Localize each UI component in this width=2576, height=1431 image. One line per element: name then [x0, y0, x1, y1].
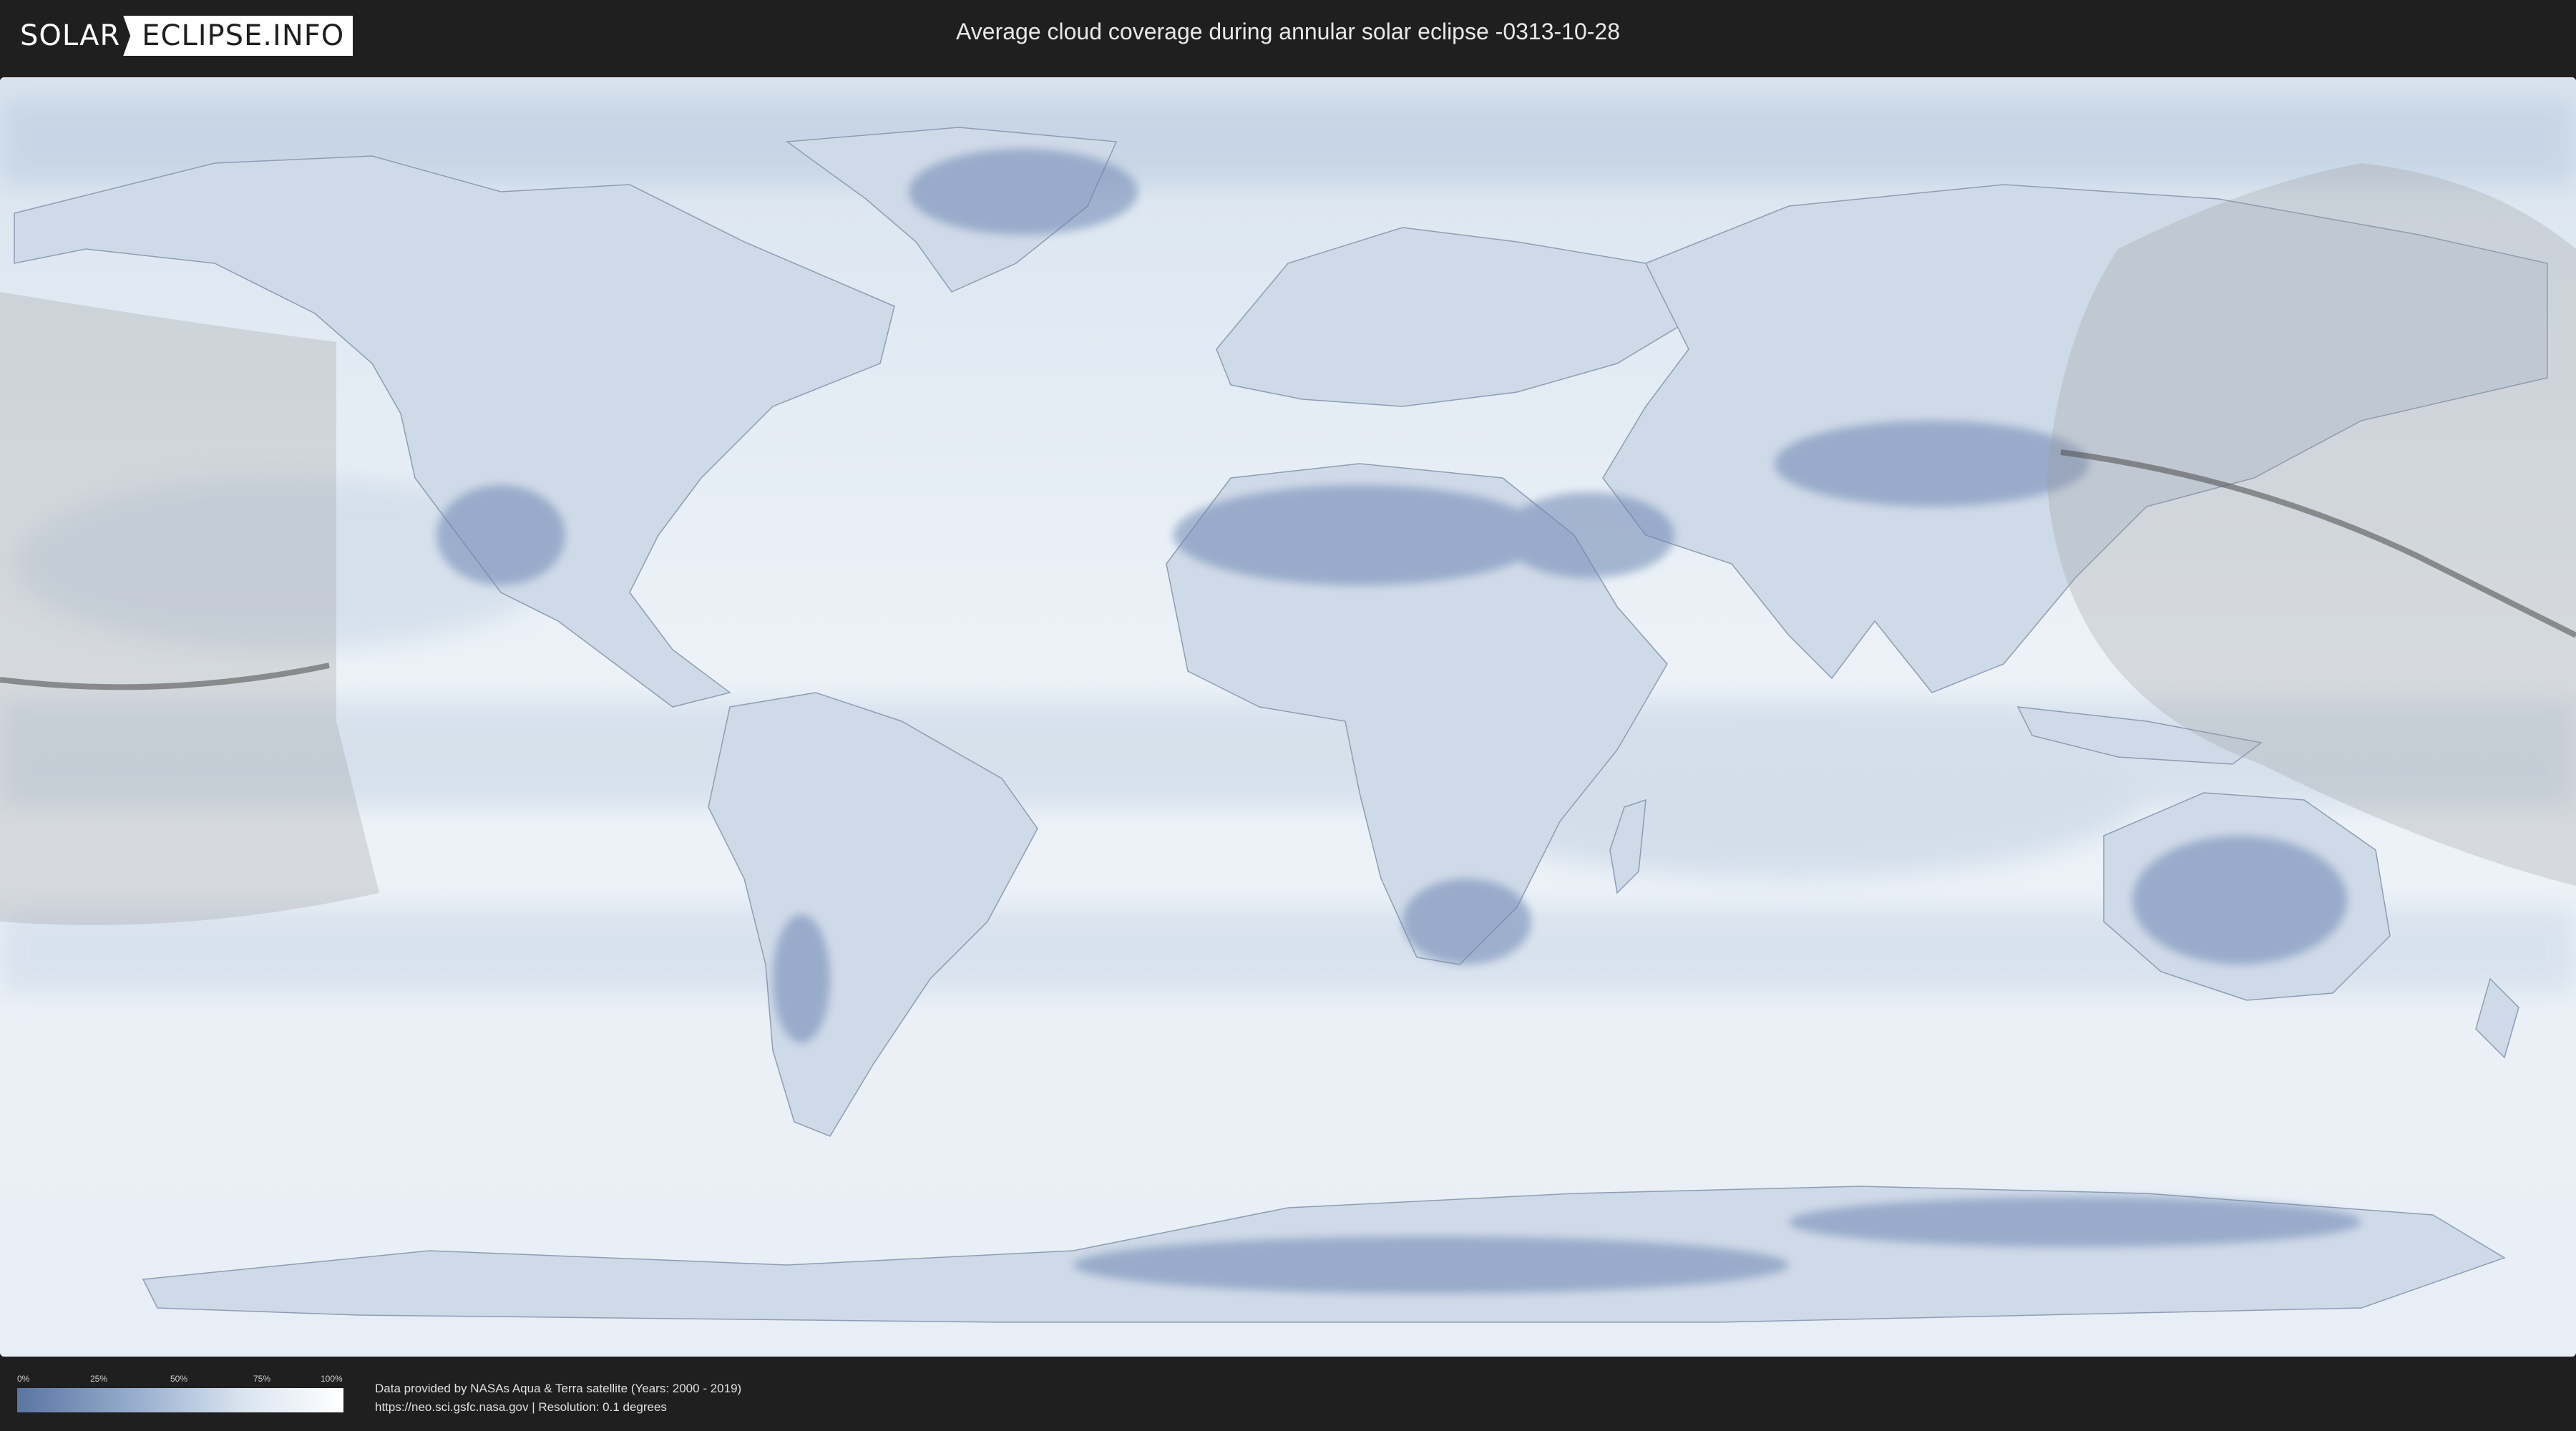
- world-map-svg: [0, 77, 2576, 1357]
- header-bar: SOLAR ECLIPSE.INFO Average cloud coverag…: [0, 0, 2576, 72]
- legend-tick-100: 100%: [321, 1374, 343, 1384]
- legend-tick-25: 25%: [90, 1374, 108, 1384]
- legend-tick-0: 0%: [17, 1374, 30, 1384]
- credits-line-1: Data provided by NASAs Aqua & Terra sate…: [375, 1382, 742, 1395]
- footer-bar: 0% 25% 50% 75% 100% Data provided by NAS…: [0, 1359, 2576, 1431]
- credits-line-2: https://neo.sci.gsfc.nasa.gov | Resoluti…: [375, 1400, 667, 1414]
- cloud-legend: 0% 25% 50% 75% 100%: [17, 1374, 343, 1412]
- legend-tick-75: 75%: [253, 1374, 271, 1384]
- legend-gradient-bar: [17, 1388, 343, 1412]
- cloud-coverage-map: [0, 77, 2576, 1357]
- legend-tick-50: 50%: [170, 1374, 188, 1384]
- legend-ticks: 0% 25% 50% 75% 100%: [17, 1374, 343, 1385]
- eclipse-shadow-west: [0, 292, 379, 925]
- page-title: Average cloud coverage during annular so…: [956, 19, 1620, 44]
- data-credits: Data provided by NASAs Aqua & Terra sate…: [375, 1379, 741, 1417]
